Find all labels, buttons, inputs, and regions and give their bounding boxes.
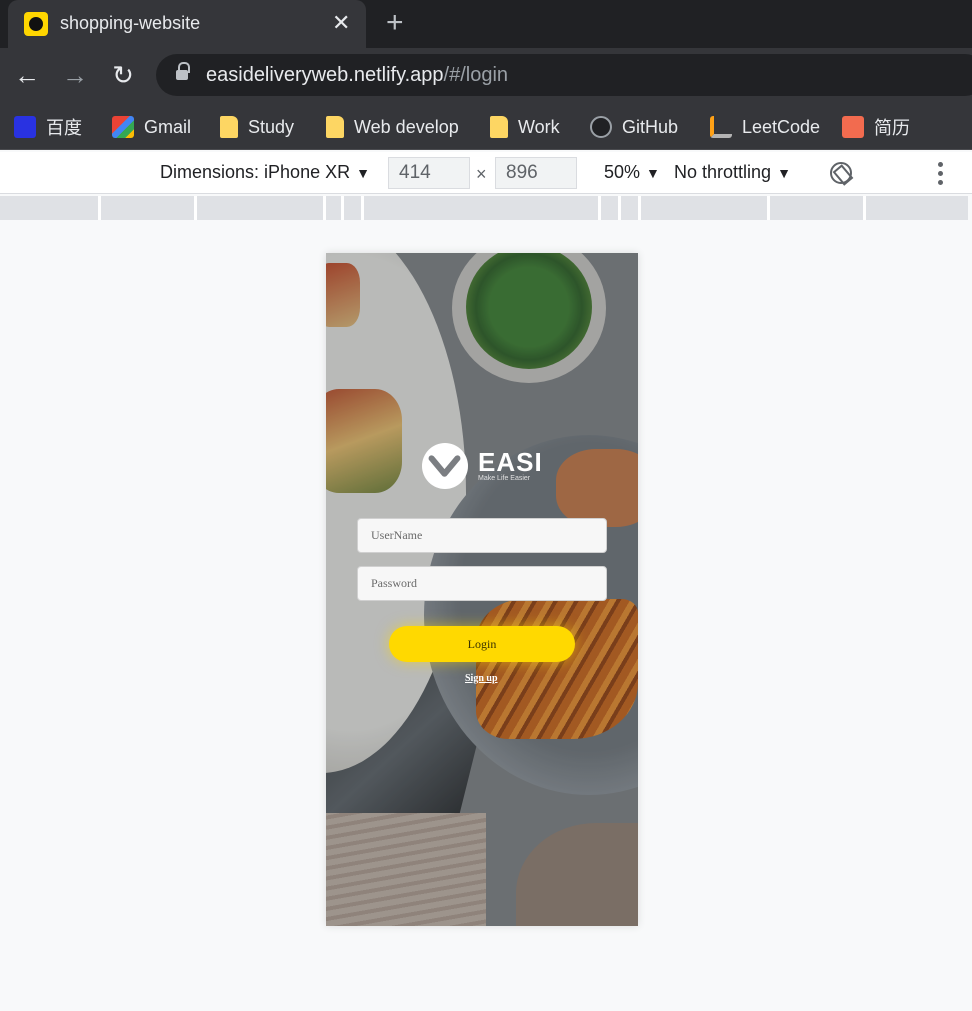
- bookmark-label: Gmail: [144, 116, 192, 137]
- folder-icon: [490, 116, 508, 138]
- bookmark-label: 简历: [874, 118, 910, 138]
- bookmark-leetcode[interactable]: LeetCode: [710, 114, 820, 140]
- bookmark-github[interactable]: GitHub: [590, 114, 678, 140]
- new-tab-icon[interactable]: +: [386, 8, 404, 38]
- gmail-icon: [112, 116, 134, 138]
- cutlery-logo-icon: [422, 443, 468, 489]
- device-toolbar: Dimensions: iPhone XR ▼ 414 × 896 50% ▼ No…: [0, 152, 972, 194]
- bookmark-baidu[interactable]: 百度: [14, 114, 82, 140]
- bookmark-work[interactable]: Work: [490, 114, 560, 140]
- width-input[interactable]: 414: [388, 157, 470, 189]
- device-select[interactable]: Dimensions: iPhone XR ▼: [160, 162, 370, 183]
- bookmark-study[interactable]: Study: [220, 114, 294, 140]
- site-favicon-icon: [24, 12, 48, 36]
- bookmark-label: LeetCode: [742, 116, 821, 137]
- bookmark-label: Work: [518, 116, 560, 137]
- resume-icon: [842, 116, 864, 138]
- bookmark-web-develop[interactable]: Web develop: [326, 114, 459, 140]
- github-icon: [590, 116, 612, 138]
- login-button[interactable]: Login: [389, 626, 575, 662]
- bookmark-label: Study: [248, 116, 295, 137]
- folder-icon: [220, 116, 238, 138]
- throttling-select[interactable]: No throttling ▼: [674, 162, 791, 183]
- more-options-icon[interactable]: [938, 162, 944, 186]
- folder-icon: [326, 116, 344, 138]
- signup-link[interactable]: Sign up: [465, 673, 498, 684]
- back-arrow-icon[interactable]: ←: [12, 60, 42, 90]
- easi-logo: EASI Make Life Easier: [422, 443, 543, 489]
- username-input[interactable]: [357, 518, 607, 553]
- height-input[interactable]: 896: [495, 157, 577, 189]
- bookmark-resume[interactable]: 简历: [842, 114, 910, 140]
- reload-icon[interactable]: ↻: [108, 60, 138, 90]
- address-bar[interactable]: easideliveryweb.netlify.app/#/login: [156, 54, 972, 96]
- url-text[interactable]: easideliveryweb.netlify.app/#/login: [206, 64, 508, 87]
- baidu-icon: [14, 116, 36, 138]
- lock-icon[interactable]: [176, 62, 190, 81]
- close-tab-icon[interactable]: ✕: [332, 10, 350, 36]
- zoom-select[interactable]: 50% ▼: [604, 162, 660, 183]
- times-sign: ×: [476, 164, 487, 184]
- rotate-icon[interactable]: [830, 162, 852, 184]
- bookmark-gmail[interactable]: Gmail: [112, 114, 191, 140]
- tab-title: shopping-website: [60, 13, 201, 33]
- media-query-bar[interactable]: [0, 196, 968, 220]
- bookmarks-bar: 百度 Gmail Study Web develop Work GitHub L…: [0, 104, 972, 150]
- tab-strip: shopping-website ✕ +: [0, 0, 972, 48]
- bookmark-label: Web develop: [354, 116, 459, 137]
- password-input[interactable]: [357, 566, 607, 601]
- brand-name: EASI: [478, 447, 543, 477]
- tab-shopping-website[interactable]: shopping-website ✕: [8, 0, 366, 48]
- forward-arrow-icon[interactable]: →: [60, 60, 90, 90]
- browser-toolbar: ← → ↻ easideliveryweb.netlify.app/#/logi…: [0, 48, 972, 104]
- bookmark-label: GitHub: [622, 116, 679, 137]
- login-page: EASI Make Life Easier Login Sign up: [326, 253, 638, 926]
- leetcode-icon: [710, 116, 732, 138]
- bookmark-label: 百度: [46, 118, 82, 138]
